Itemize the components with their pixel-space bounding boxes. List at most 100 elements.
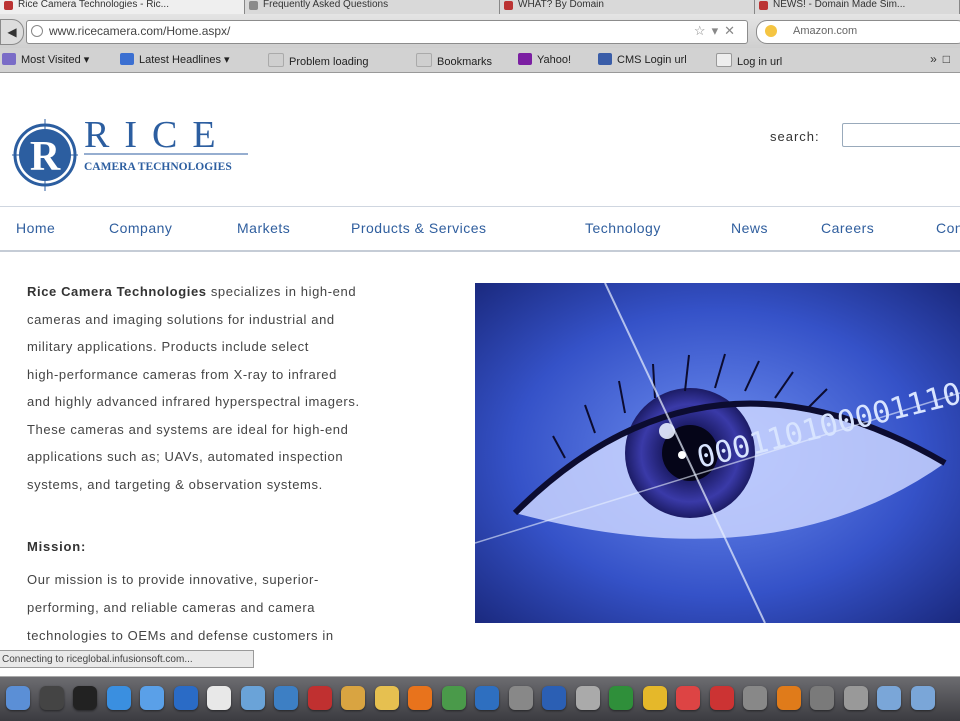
- itunes-icon[interactable]: [140, 686, 164, 710]
- bookmark-label: Bookmarks: [437, 56, 493, 68]
- folder-icon[interactable]: [910, 686, 935, 710]
- tab-label: Rice Camera Technologies - Ric...: [18, 0, 169, 10]
- bookmark-problem-loading[interactable]: Problem loading: [268, 53, 369, 68]
- nav-divider: [0, 206, 960, 207]
- bookmark-yahoo[interactable]: Yahoo!: [518, 53, 571, 66]
- nav-contact[interactable]: Contact: [936, 220, 960, 236]
- page-icon: [268, 53, 284, 67]
- back-button[interactable]: ◀: [0, 19, 24, 45]
- app-icon[interactable]: [508, 686, 533, 710]
- nav-products-services[interactable]: Products & Services: [351, 220, 487, 236]
- tab-strip: Rice Camera Technologies - Ric... Freque…: [0, 0, 960, 14]
- app-icon[interactable]: [441, 686, 466, 710]
- folder-icon[interactable]: [877, 686, 901, 710]
- toolbar-overflow[interactable]: »□: [930, 52, 956, 66]
- nav-careers[interactable]: Careers: [821, 220, 874, 236]
- bookmark-login[interactable]: Log in url: [716, 53, 782, 68]
- mission-heading: Mission:: [27, 539, 87, 554]
- app-icon[interactable]: [307, 686, 332, 710]
- bookmark-bookmarks[interactable]: Bookmarks: [416, 53, 492, 68]
- nav-markets[interactable]: Markets: [237, 220, 290, 236]
- intro-paragraph: Rice Camera Technologies specializes in …: [27, 278, 447, 498]
- mail-icon[interactable]: [73, 686, 97, 710]
- calendar-icon[interactable]: [207, 686, 231, 710]
- amazon-icon[interactable]: [765, 25, 777, 37]
- tab-favicon-icon: [249, 1, 258, 10]
- nav-technology[interactable]: Technology: [585, 220, 661, 236]
- bookmark-label: Problem loading: [289, 56, 369, 68]
- bookmark-latest-headlines[interactable]: Latest Headlines ▾: [120, 53, 230, 66]
- photos-icon[interactable]: [240, 686, 265, 710]
- app-icon[interactable]: [810, 686, 834, 710]
- rss-icon: [120, 53, 134, 65]
- search-engine-placeholder: Amazon.com: [793, 25, 858, 37]
- tab-faq[interactable]: Frequently Asked Questions: [245, 0, 500, 14]
- address-bar[interactable]: www.ricecamera.com/Home.aspx/ ☆▾✕: [26, 20, 748, 44]
- app-icon[interactable]: [475, 686, 499, 710]
- window-icon[interactable]: □: [943, 52, 956, 66]
- hero-eye-image: 000110100001110: [475, 283, 960, 623]
- intro-line: cameras and imaging solutions for indust…: [27, 311, 335, 327]
- stop-icon[interactable]: ✕: [724, 23, 741, 38]
- nav-news[interactable]: News: [731, 220, 768, 236]
- yahoo-icon: [518, 53, 532, 65]
- site-search-label: search:: [770, 129, 820, 144]
- dropdown-icon[interactable]: ▾: [712, 23, 725, 38]
- intro-line: systems, and targeting & observation sys…: [27, 476, 323, 492]
- star-icon: [2, 53, 16, 65]
- app-icon[interactable]: [642, 686, 667, 710]
- tab-label: NEWS! - Domain Made Sim...: [773, 0, 906, 10]
- dashboard-icon[interactable]: [39, 686, 64, 710]
- page-icon: [716, 53, 732, 67]
- mission-line: technologies to OEMs and defense custome…: [27, 628, 334, 643]
- url-text[interactable]: www.ricecamera.com/Home.aspx/: [49, 24, 230, 38]
- bookmark-label: Most Visited ▾: [21, 54, 90, 66]
- tab-favicon-icon: [504, 1, 513, 10]
- web-page: R RICE CAMERA TECHNOLOGIES search: Home …: [0, 73, 960, 658]
- intro-line: specializes in high-end: [206, 284, 357, 299]
- preview-icon[interactable]: [173, 686, 198, 710]
- intro-brand: Rice Camera Technologies: [27, 284, 207, 299]
- app-icon[interactable]: [341, 686, 365, 710]
- app-icon[interactable]: [374, 686, 399, 710]
- search-engine-bar[interactable]: Amazon.com: [756, 20, 960, 44]
- tab-news[interactable]: NEWS! - Domain Made Sim...: [755, 0, 960, 14]
- bookmark-label: Log in url: [737, 56, 783, 68]
- app-icon[interactable]: [709, 686, 734, 710]
- app-icon[interactable]: [743, 686, 767, 710]
- site-search-input[interactable]: [842, 123, 960, 147]
- nav-divider: [0, 250, 960, 252]
- intro-line: high-performance cameras from X-ray to i…: [27, 366, 337, 382]
- globe-icon: [31, 25, 43, 37]
- bookmark-cms-login[interactable]: CMS Login url: [598, 53, 687, 66]
- bookmark-most-visited[interactable]: Most Visited ▾: [2, 53, 89, 66]
- app-icon[interactable]: [575, 686, 600, 710]
- tab-domain[interactable]: WHAT? By Domain: [500, 0, 755, 14]
- logo-tagline: CAMERA TECHNOLOGIES: [84, 161, 232, 173]
- bookmark-star-icon[interactable]: ☆: [694, 23, 712, 38]
- intro-line: military applications. Products include …: [27, 339, 309, 354]
- vlc-icon[interactable]: [776, 686, 801, 710]
- tab-rice-camera[interactable]: Rice Camera Technologies - Ric...: [0, 0, 245, 14]
- bookmark-label: CMS Login url: [617, 54, 687, 66]
- mac-dock: [0, 676, 960, 721]
- app-icon[interactable]: [676, 686, 700, 710]
- app-icon[interactable]: [843, 686, 868, 710]
- nav-company[interactable]: Company: [109, 220, 172, 236]
- finder-icon[interactable]: [6, 686, 30, 710]
- firefox-icon[interactable]: [408, 686, 432, 710]
- status-bar: Connecting to riceglobal.infusionsoft.co…: [0, 650, 254, 668]
- globe-icon[interactable]: [274, 686, 298, 710]
- safari-icon[interactable]: [106, 686, 131, 710]
- logo-letter: R: [30, 134, 61, 180]
- excel-icon[interactable]: [609, 686, 633, 710]
- nav-home[interactable]: Home: [16, 220, 55, 236]
- chevron-icon[interactable]: »: [930, 52, 943, 66]
- word-icon[interactable]: [542, 686, 566, 710]
- page-icon: [416, 53, 432, 67]
- tab-favicon-icon: [4, 1, 13, 10]
- rice-camera-logo[interactable]: R RICE CAMERA TECHNOLOGIES: [12, 113, 262, 193]
- bookmarks-toolbar: Most Visited ▾ Latest Headlines ▾ Proble…: [0, 48, 960, 73]
- mission-line: performing, and reliable cameras and cam…: [27, 600, 316, 615]
- tab-label: Frequently Asked Questions: [263, 0, 389, 10]
